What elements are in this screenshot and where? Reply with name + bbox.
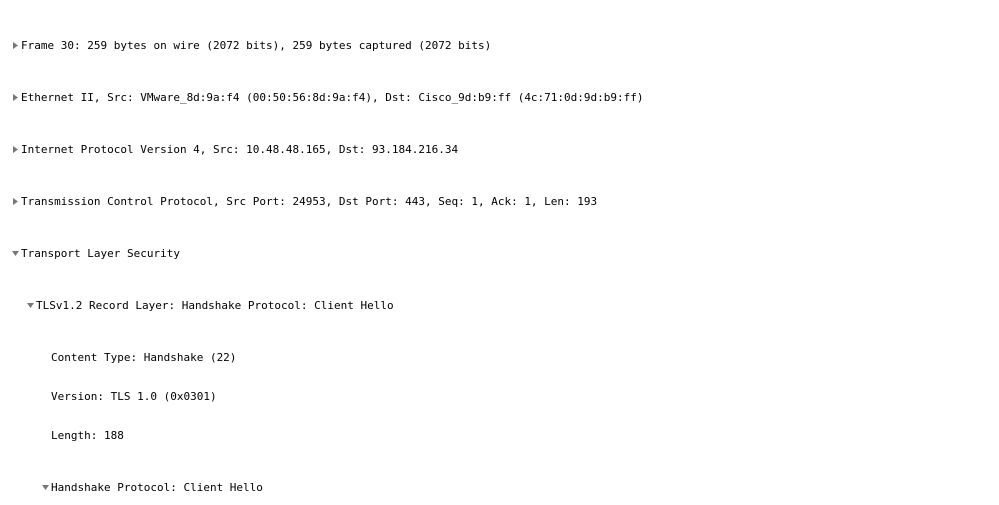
chevron-down-icon[interactable] <box>40 481 51 494</box>
row-content-type[interactable]: Content Type: Handshake (22) <box>0 351 999 364</box>
field-label: Handshake Protocol: Client Hello <box>51 481 263 494</box>
row-record-length[interactable]: Length: 188 <box>0 429 999 442</box>
field-label: Length: 188 <box>51 429 124 442</box>
chevron-down-icon[interactable] <box>10 247 21 260</box>
field-label: Internet Protocol Version 4, Src: 10.48.… <box>21 143 458 156</box>
row-frame[interactable]: Frame 30: 259 bytes on wire (2072 bits),… <box>0 39 999 52</box>
row-ip[interactable]: Internet Protocol Version 4, Src: 10.48.… <box>0 143 999 156</box>
chevron-right-icon[interactable] <box>10 195 21 208</box>
row-tls[interactable]: Transport Layer Security <box>0 247 999 260</box>
row-record-version[interactable]: Version: TLS 1.0 (0x0301) <box>0 390 999 403</box>
chevron-right-icon[interactable] <box>10 39 21 52</box>
field-label: Transport Layer Security <box>21 247 180 260</box>
field-label: Frame 30: 259 bytes on wire (2072 bits),… <box>21 39 491 52</box>
field-label: Content Type: Handshake (22) <box>51 351 236 364</box>
row-tls-record[interactable]: TLSv1.2 Record Layer: Handshake Protocol… <box>0 299 999 312</box>
chevron-right-icon[interactable] <box>10 91 21 104</box>
chevron-right-icon[interactable] <box>10 143 21 156</box>
packet-details-tree[interactable]: Frame 30: 259 bytes on wire (2072 bits),… <box>0 0 999 505</box>
row-ethernet[interactable]: Ethernet II, Src: VMware_8d:9a:f4 (00:50… <box>0 91 999 104</box>
field-label: Version: TLS 1.0 (0x0301) <box>51 390 217 403</box>
field-label: TLSv1.2 Record Layer: Handshake Protocol… <box>36 299 394 312</box>
field-label: Transmission Control Protocol, Src Port:… <box>21 195 597 208</box>
field-label: Ethernet II, Src: VMware_8d:9a:f4 (00:50… <box>21 91 644 104</box>
row-tcp[interactable]: Transmission Control Protocol, Src Port:… <box>0 195 999 208</box>
row-handshake-protocol[interactable]: Handshake Protocol: Client Hello <box>0 481 999 494</box>
chevron-down-icon[interactable] <box>25 299 36 312</box>
